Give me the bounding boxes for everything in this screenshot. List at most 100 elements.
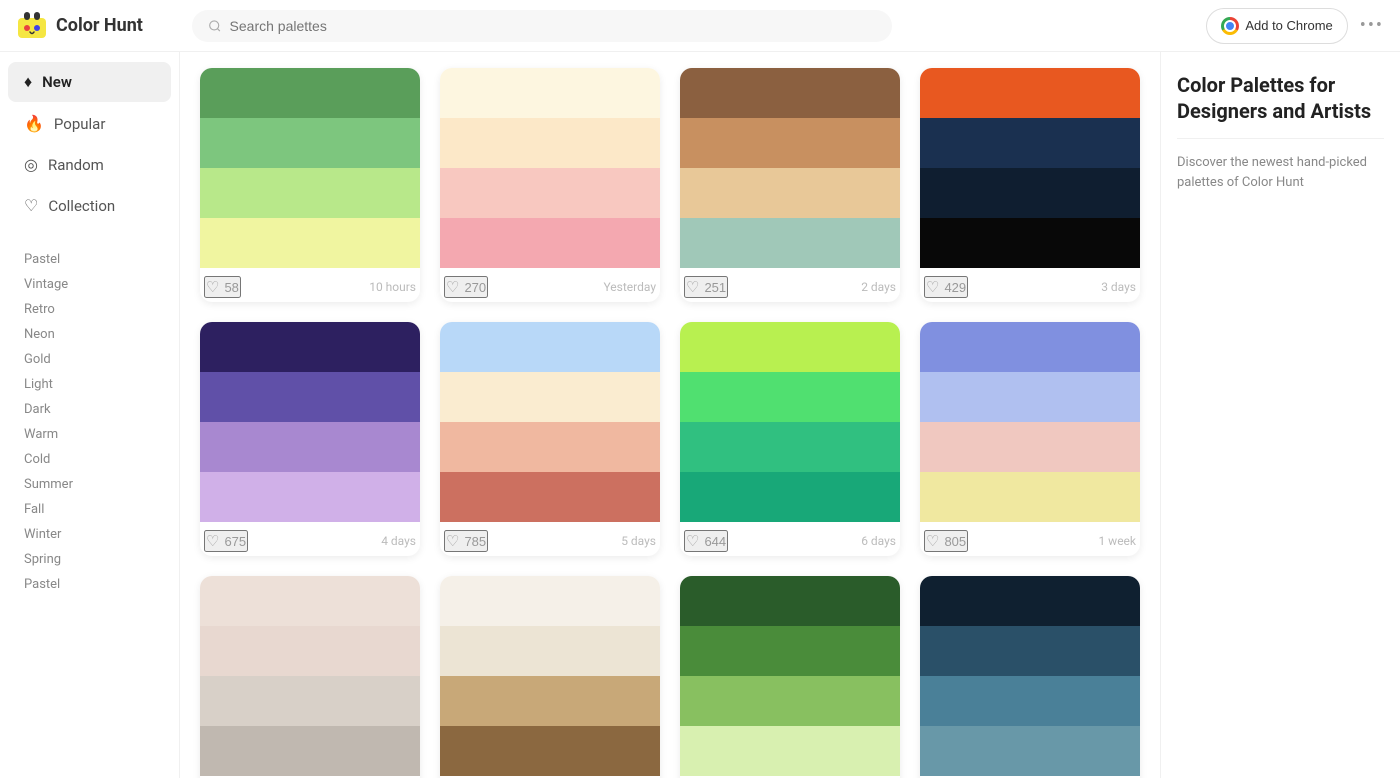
palette-card[interactable]: ♡ 675 4 days (200, 322, 420, 556)
sidebar-item-popular[interactable]: 🔥 Popular (8, 104, 171, 143)
main-content: ♡ 58 10 hours ♡ 270 Yesterday ♡ 251 2 da… (180, 52, 1160, 778)
tag-pastel[interactable]: Pastel (16, 247, 163, 272)
tag-fall[interactable]: Fall (16, 497, 163, 522)
tag-gold[interactable]: Gold (16, 347, 163, 372)
like-count: 58 (224, 280, 238, 295)
heart-icon: ♡ (926, 532, 939, 550)
color-swatch (440, 322, 660, 372)
palette-card[interactable]: ♡ 198 1 week (440, 576, 660, 778)
tag-neon[interactable]: Neon (16, 322, 163, 347)
color-swatch (200, 68, 420, 118)
color-swatch (680, 676, 900, 726)
like-button[interactable]: ♡ 429 (924, 276, 968, 298)
color-swatch (680, 218, 900, 268)
color-swatch (920, 626, 1140, 676)
like-count: 785 (464, 534, 486, 549)
collection-icon: ♡ (24, 196, 38, 215)
palette-footer: ♡ 270 Yesterday (440, 268, 660, 302)
palette-card[interactable]: ♡ 523 1 week (920, 576, 1140, 778)
more-options-icon[interactable]: ••• (1360, 15, 1384, 36)
tag-dark[interactable]: Dark (16, 397, 163, 422)
tag-spring[interactable]: Spring (16, 547, 163, 572)
color-swatch (680, 726, 900, 776)
tag-pastel[interactable]: Pastel (16, 572, 163, 597)
nav-label: Popular (54, 115, 106, 133)
nav-label: Random (48, 156, 104, 174)
like-count: 644 (704, 534, 726, 549)
time-label: 10 hours (369, 280, 416, 294)
color-swatch (680, 472, 900, 522)
sidebar-item-new[interactable]: ♦New (8, 62, 171, 102)
tag-vintage[interactable]: Vintage (16, 272, 163, 297)
palette-card[interactable]: ♡ 805 1 week (920, 322, 1140, 556)
color-swatch (200, 626, 420, 676)
sidebar-inner: ♦New🔥Popular◎Random♡Collection PastelVin… (0, 52, 179, 601)
palette-swatches (680, 322, 900, 522)
like-button[interactable]: ♡ 270 (444, 276, 488, 298)
color-swatch (680, 422, 900, 472)
chrome-icon (1221, 17, 1239, 35)
color-swatch (920, 322, 1140, 372)
palette-card[interactable]: ♡ 644 6 days (680, 322, 900, 556)
color-swatch (920, 472, 1140, 522)
like-button[interactable]: ♡ 785 (444, 530, 488, 552)
heart-icon: ♡ (686, 278, 699, 296)
color-swatch (440, 168, 660, 218)
color-swatch (440, 472, 660, 522)
color-swatch (680, 576, 900, 626)
time-label: 1 week (1098, 534, 1136, 548)
search-bar[interactable] (192, 10, 892, 42)
tag-cold[interactable]: Cold (16, 447, 163, 472)
popular-icon: 🔥 (24, 114, 44, 133)
color-swatch (440, 68, 660, 118)
search-icon (208, 19, 222, 33)
palette-footer: ♡ 785 5 days (440, 522, 660, 556)
color-swatch (680, 68, 900, 118)
content-area: ♦New🔥Popular◎Random♡Collection PastelVin… (0, 52, 1400, 778)
palette-card[interactable]: ♡ 251 2 days (680, 68, 900, 302)
like-button[interactable]: ♡ 805 (924, 530, 968, 552)
palette-footer: ♡ 251 2 days (680, 268, 900, 302)
palette-card[interactable]: ♡ 270 Yesterday (440, 68, 660, 302)
right-panel: Color Palettes for Designers and Artists… (1160, 52, 1400, 778)
palette-card[interactable]: ♡ 445 1 week (680, 576, 900, 778)
color-swatch (200, 576, 420, 626)
tag-warm[interactable]: Warm (16, 422, 163, 447)
palette-swatches (680, 576, 900, 776)
tag-winter[interactable]: Winter (16, 522, 163, 547)
palette-card[interactable]: ♡ 312 1 week (200, 576, 420, 778)
color-swatch (440, 422, 660, 472)
palette-card[interactable]: ♡ 785 5 days (440, 322, 660, 556)
like-button[interactable]: ♡ 251 (684, 276, 728, 298)
color-swatch (200, 676, 420, 726)
palette-swatches (200, 322, 420, 522)
logo[interactable]: Color Hunt (16, 10, 176, 42)
logo-text: Color Hunt (56, 15, 143, 36)
color-swatch (680, 372, 900, 422)
color-swatch (920, 168, 1140, 218)
color-swatch (440, 676, 660, 726)
tag-light[interactable]: Light (16, 372, 163, 397)
palette-footer: ♡ 675 4 days (200, 522, 420, 556)
search-input[interactable] (230, 18, 876, 34)
color-swatch (680, 118, 900, 168)
like-button[interactable]: ♡ 675 (204, 530, 248, 552)
palette-card[interactable]: ♡ 429 3 days (920, 68, 1140, 302)
color-swatch (440, 576, 660, 626)
tag-retro[interactable]: Retro (16, 297, 163, 322)
palette-card[interactable]: ♡ 58 10 hours (200, 68, 420, 302)
sidebar-item-collection[interactable]: ♡Collection (8, 186, 171, 225)
sidebar-item-random[interactable]: ◎Random (8, 145, 171, 184)
header-right: Add to Chrome ••• (1206, 8, 1384, 44)
sidebar: ♦New🔥Popular◎Random♡Collection PastelVin… (0, 52, 180, 778)
palette-swatches (680, 68, 900, 268)
like-button[interactable]: ♡ 58 (204, 276, 241, 298)
palette-swatches (200, 576, 420, 776)
time-label: 5 days (621, 534, 656, 548)
color-swatch (680, 626, 900, 676)
tag-summer[interactable]: Summer (16, 472, 163, 497)
add-to-chrome-button[interactable]: Add to Chrome (1206, 8, 1347, 44)
color-swatch (440, 372, 660, 422)
like-button[interactable]: ♡ 644 (684, 530, 728, 552)
color-swatch (920, 218, 1140, 268)
